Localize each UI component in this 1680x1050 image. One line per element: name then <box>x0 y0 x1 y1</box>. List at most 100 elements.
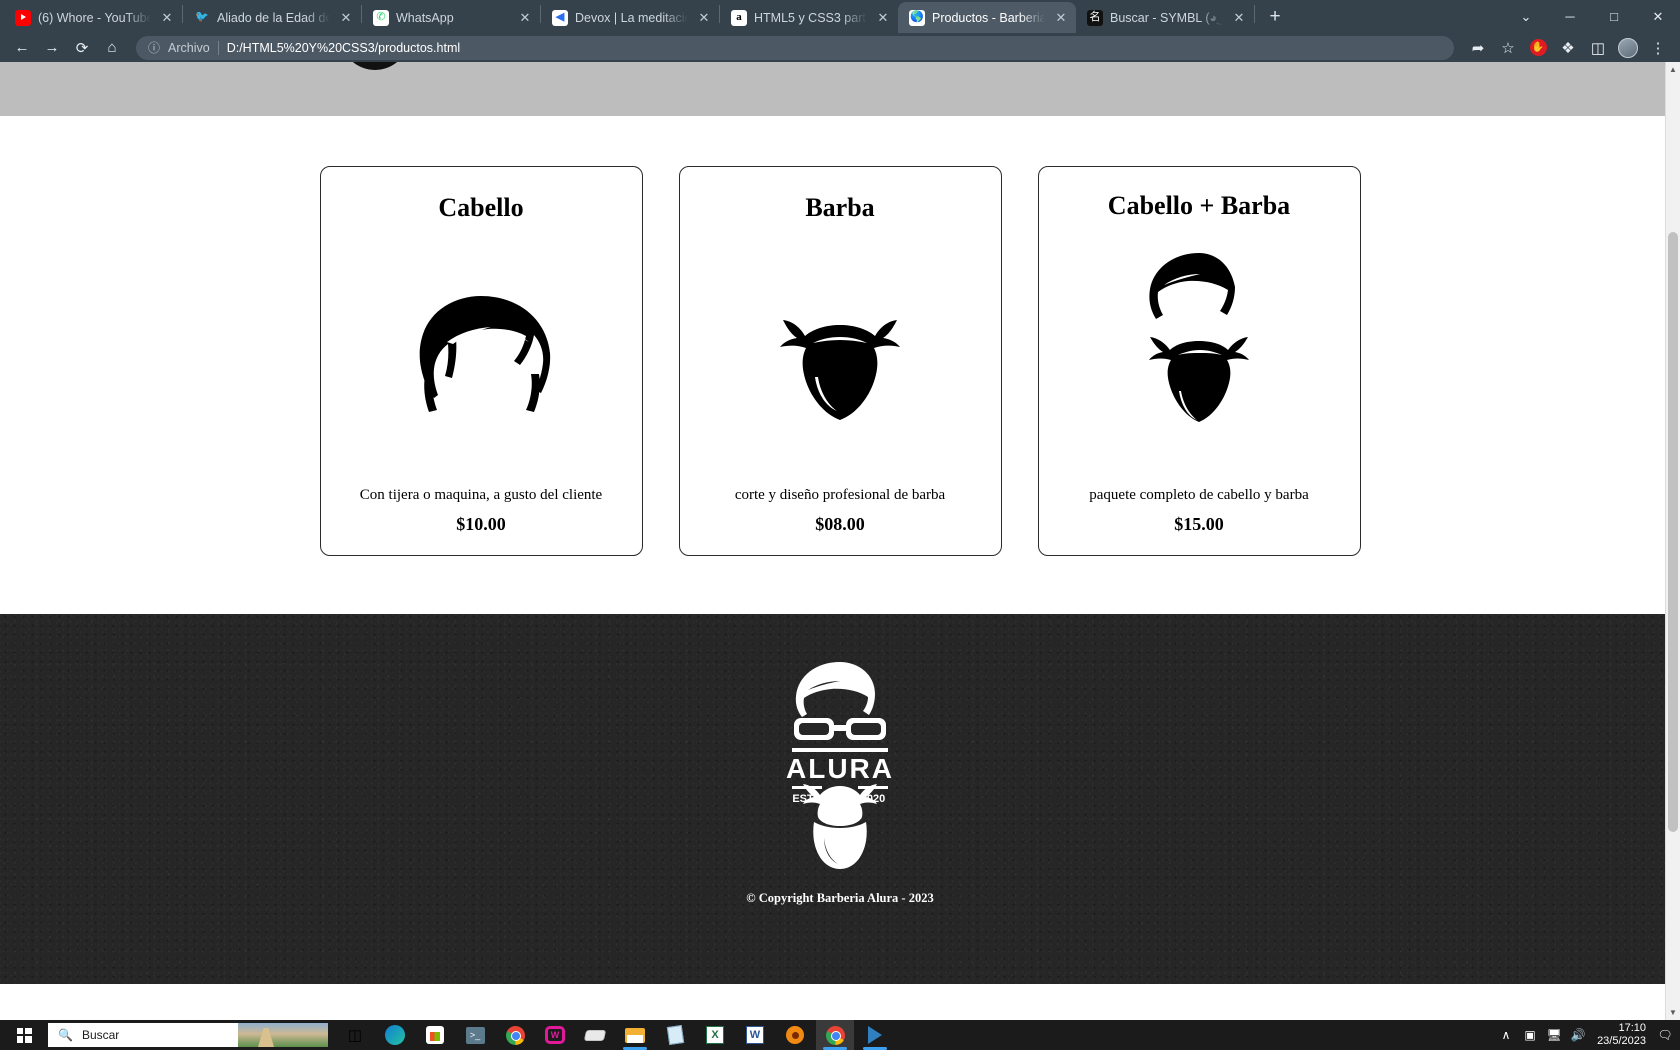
browser-tab-3[interactable]: ◀ Devox | La meditacion es ✕ <box>541 2 719 33</box>
share-icon[interactable]: ➦ <box>1464 35 1492 61</box>
profile-avatar[interactable] <box>1614 35 1642 61</box>
tab-separator <box>1254 4 1255 23</box>
product-price: $15.00 <box>1174 514 1224 534</box>
eraser-icon[interactable] <box>576 1020 614 1050</box>
hero-banner-remnant <box>0 62 1680 116</box>
taskbar-search-input[interactable]: 🔍 Buscar <box>48 1023 328 1047</box>
scrollbar-thumb[interactable] <box>1668 232 1678 832</box>
adblock-hand-icon: ✋ <box>1529 39 1547 56</box>
hair-and-beard-icon <box>1053 221 1346 487</box>
devox-icon: ◀ <box>552 9 568 26</box>
whatsapp-icon: ✆ <box>373 9 389 26</box>
chrome-icon[interactable] <box>496 1020 534 1050</box>
tab-title: Productos - Barberia Alura <box>932 10 1045 25</box>
browser-window: (6) Whore - YouTube ✕ 🐦 Aliado de la Eda… <box>0 0 1680 1020</box>
chrome-menu-icon[interactable]: ⋮ <box>1644 35 1672 61</box>
system-tray: ∧ ▣ 🖥 🔊 17:10 23/5/2023 🗨 <box>1495 1020 1680 1050</box>
windows-start-icon[interactable] <box>0 1020 48 1050</box>
hair-icon <box>335 223 628 487</box>
chrome-active-icon[interactable] <box>816 1020 854 1050</box>
tab-title: WhatsApp <box>396 10 454 25</box>
bookmark-star-icon[interactable]: ☆ <box>1494 35 1522 61</box>
notifications-icon[interactable]: 🗨 <box>1656 1020 1674 1050</box>
wondershare-icon[interactable]: W <box>536 1020 574 1050</box>
tab-close-icon[interactable]: ✕ <box>158 9 176 27</box>
tab-close-icon[interactable]: ✕ <box>874 9 892 27</box>
reload-button[interactable]: ⟳ <box>68 35 96 61</box>
tab-close-icon[interactable]: ✕ <box>516 9 534 27</box>
sun-eye-icon[interactable] <box>776 1020 814 1050</box>
youtube-icon <box>15 9 31 26</box>
close-window-button[interactable]: ✕ <box>1636 0 1680 33</box>
tray-chevron-up-icon[interactable]: ∧ <box>1495 1020 1517 1050</box>
forward-button[interactable]: → <box>38 35 66 61</box>
camera-icon[interactable]: ▣ <box>1519 1020 1541 1050</box>
browser-toolbar: ← → ⟳ ⌂ ⓘ Archivo D:/HTML5%20Y%20CSS3/pr… <box>0 33 1680 62</box>
new-tab-button[interactable]: + <box>1261 3 1289 31</box>
avatar <box>1618 37 1638 58</box>
search-placeholder: Buscar <box>81 1028 120 1042</box>
browser-tab-2[interactable]: ✆ WhatsApp ✕ <box>362 2 540 33</box>
tab-title: Aliado de la Edad de Hierro <box>217 10 330 25</box>
maximize-button[interactable]: □ <box>1592 0 1636 33</box>
browser-tab-1[interactable]: 🐦 Aliado de la Edad de Hierro ✕ <box>183 2 361 33</box>
browser-tab-4[interactable]: a HTML5 y CSS3 parte 2: Po ✕ <box>720 2 898 33</box>
minimize-button[interactable]: ─ <box>1548 0 1592 33</box>
tab-close-icon[interactable]: ✕ <box>337 9 355 27</box>
start-grid <box>16 1027 32 1043</box>
search-icon: 🔍 <box>58 1028 73 1042</box>
tab-strip: (6) Whore - YouTube ✕ 🐦 Aliado de la Eda… <box>0 0 1680 33</box>
copyright-text: © Copyright Barberia Alura - 2023 <box>746 891 934 905</box>
address-bar[interactable]: ⓘ Archivo D:/HTML5%20Y%20CSS3/productos.… <box>136 35 1454 60</box>
window-controls: ⌄ ─ □ ✕ <box>1504 0 1680 33</box>
side-panel-icon[interactable]: ◫ <box>1584 35 1612 61</box>
browser-tab-6[interactable]: 名 Buscar - SYMBL (◕‿◕) ✕ <box>1076 2 1254 33</box>
clock-date: 23/5/2023 <box>1597 1035 1646 1047</box>
notepad-icon[interactable] <box>656 1020 694 1050</box>
network-icon[interactable]: 🖥 <box>1543 1020 1565 1050</box>
product-title: Cabello + Barba <box>1107 191 1291 220</box>
page-viewport: Cabello Con tijera o maquina, a gusto de… <box>0 62 1680 1020</box>
task-view-icon[interactable]: ◫ <box>336 1020 374 1050</box>
browser-tab-0[interactable]: (6) Whore - YouTube ✕ <box>4 2 182 33</box>
task-view-glyph: ◫ <box>347 1027 363 1044</box>
vscode-icon[interactable] <box>856 1020 894 1050</box>
search-highlight-thumbnail <box>238 1023 328 1047</box>
tab-title: HTML5 y CSS3 parte 2: Po <box>754 10 867 25</box>
page-info-icon[interactable]: ⓘ <box>148 39 160 56</box>
symbl-icon: 名 <box>1087 9 1103 26</box>
browser-tab-5-active[interactable]: 🌎 Productos - Barberia Alura ✕ <box>898 2 1076 33</box>
tab-search-icon[interactable]: ⌄ <box>1504 0 1548 33</box>
extensions-puzzle-icon[interactable]: ❖ <box>1554 35 1582 61</box>
product-description: Con tijera o maquina, a gusto del client… <box>359 487 603 503</box>
product-price: $08.00 <box>815 514 865 534</box>
twitter-icon: 🐦 <box>195 11 209 23</box>
taskbar-app-buttons: ◫ >_ W X W <box>336 1020 894 1050</box>
adblock-extension-icon[interactable]: ✋ <box>1524 35 1552 61</box>
microsoft-store-icon[interactable] <box>416 1020 454 1050</box>
clock-time: 17:10 <box>1618 1022 1646 1034</box>
product-title: Barba <box>805 193 875 222</box>
product-card[interactable]: Cabello + Barba paquete completo de cabe… <box>1037 166 1361 556</box>
beard-icon <box>694 223 987 487</box>
page-scrollbar[interactable]: ▲ ▼ <box>1665 62 1680 1020</box>
file-explorer-icon[interactable] <box>616 1020 654 1050</box>
tab-close-icon[interactable]: ✕ <box>695 9 713 27</box>
volume-icon[interactable]: 🔊 <box>1567 1020 1589 1050</box>
product-card[interactable]: Barba corte y diseño profesional de barb… <box>678 166 1002 556</box>
tab-title: Devox | La meditacion es <box>575 10 688 25</box>
back-button[interactable]: ← <box>8 35 36 61</box>
tab-close-icon[interactable]: ✕ <box>1230 9 1248 27</box>
home-button[interactable]: ⌂ <box>98 35 126 61</box>
taskbar-clock[interactable]: 17:10 23/5/2023 <box>1591 1022 1654 1048</box>
excel-icon[interactable]: X <box>696 1020 734 1050</box>
powershell-icon[interactable]: >_ <box>456 1020 494 1050</box>
page-footer: ALURA ESTD 2020 © Copyright Barberia Alu… <box>0 614 1680 984</box>
edge-icon[interactable] <box>376 1020 414 1050</box>
product-title: Cabello <box>438 193 524 222</box>
word-icon[interactable]: W <box>736 1020 774 1050</box>
product-card[interactable]: Cabello Con tijera o maquina, a gusto de… <box>319 166 643 556</box>
tab-close-icon[interactable]: ✕ <box>1052 9 1070 27</box>
scroll-down-arrow-icon[interactable]: ▼ <box>1666 1005 1680 1020</box>
scroll-up-arrow-icon[interactable]: ▲ <box>1666 62 1680 77</box>
